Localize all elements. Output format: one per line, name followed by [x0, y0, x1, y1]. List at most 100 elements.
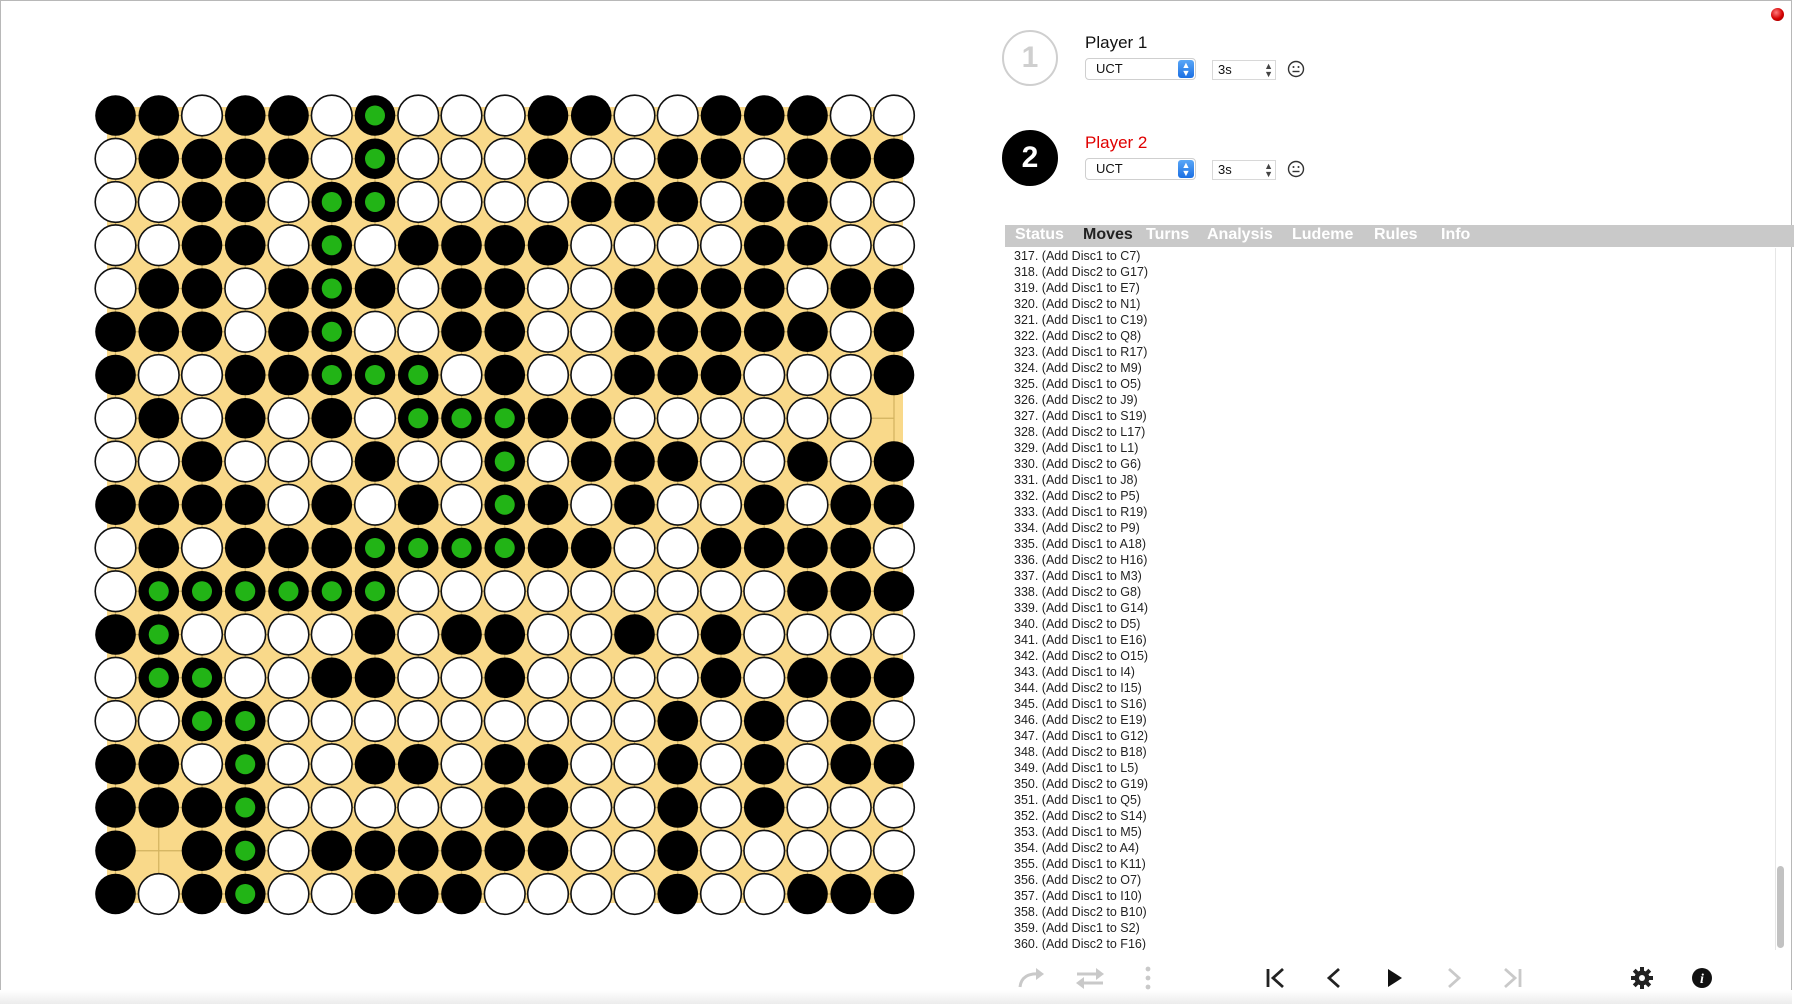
board-canvas[interactable]: [92, 92, 918, 918]
black-stone[interactable]: [787, 570, 828, 612]
black-stone[interactable]: [138, 138, 180, 180]
white-stone[interactable]: [570, 786, 613, 829]
black-stone[interactable]: [527, 743, 569, 785]
white-stone[interactable]: [786, 613, 829, 656]
last-move-icon[interactable]: [1495, 963, 1529, 993]
white-stone[interactable]: [786, 786, 829, 829]
move-list-item[interactable]: 329. (Add Disc1 to L1): [1014, 440, 1314, 456]
move-list-item[interactable]: 353. (Add Disc1 to M5): [1014, 824, 1314, 840]
move-list-item[interactable]: 359. (Add Disc1 to S2): [1014, 920, 1314, 936]
white-stone[interactable]: [743, 440, 786, 483]
black-stone[interactable]: [527, 527, 569, 569]
black-stone[interactable]: [527, 224, 569, 266]
black-stone[interactable]: [527, 397, 569, 439]
highlighted-black-stone[interactable]: [441, 527, 482, 569]
black-stone[interactable]: [743, 311, 785, 353]
white-stone[interactable]: [656, 526, 699, 570]
black-stone[interactable]: [873, 570, 915, 612]
black-stone[interactable]: [873, 873, 915, 915]
black-stone[interactable]: [657, 268, 699, 309]
white-stone[interactable]: [137, 440, 180, 483]
white-stone[interactable]: [483, 180, 526, 224]
black-stone[interactable]: [657, 138, 699, 180]
white-stone[interactable]: [94, 137, 137, 180]
black-stone[interactable]: [614, 441, 655, 482]
highlighted-black-stone[interactable]: [224, 873, 266, 915]
black-stone[interactable]: [354, 830, 396, 872]
black-stone[interactable]: [397, 873, 439, 915]
white-stone[interactable]: [613, 224, 656, 267]
black-stone[interactable]: [484, 787, 526, 828]
white-stone[interactable]: [180, 94, 224, 137]
black-stone[interactable]: [527, 95, 569, 136]
black-stone[interactable]: [700, 311, 742, 353]
black-stone[interactable]: [441, 873, 482, 915]
white-stone[interactable]: [397, 699, 440, 743]
move-list-item[interactable]: 320. (Add Disc2 to N1): [1014, 296, 1314, 312]
black-stone[interactable]: [830, 873, 872, 915]
info-icon[interactable]: i: [1685, 963, 1719, 993]
black-stone[interactable]: [95, 743, 136, 785]
white-stone[interactable]: [440, 353, 483, 397]
previous-move-icon[interactable]: [1318, 963, 1352, 993]
black-stone[interactable]: [743, 700, 785, 742]
white-stone[interactable]: [570, 483, 613, 526]
black-stone[interactable]: [138, 268, 180, 309]
black-stone[interactable]: [873, 441, 915, 482]
white-stone[interactable]: [526, 872, 570, 916]
game-board[interactable]: [92, 92, 918, 918]
white-stone[interactable]: [94, 526, 137, 570]
white-stone[interactable]: [786, 353, 829, 397]
black-stone[interactable]: [354, 268, 396, 309]
highlighted-black-stone[interactable]: [441, 397, 482, 439]
white-stone[interactable]: [526, 440, 570, 483]
black-stone[interactable]: [700, 268, 742, 309]
highlighted-black-stone[interactable]: [224, 700, 266, 742]
scrollbar-thumb[interactable]: [1777, 866, 1784, 948]
white-stone[interactable]: [872, 613, 916, 656]
black-stone[interactable]: [311, 527, 353, 569]
white-stone[interactable]: [440, 743, 483, 786]
move-list-item[interactable]: 324. (Add Disc2 to M9): [1014, 360, 1314, 376]
white-stone[interactable]: [570, 570, 613, 613]
white-stone[interactable]: [526, 699, 570, 743]
move-list-item[interactable]: 339. (Add Disc1 to G14): [1014, 600, 1314, 616]
black-stone[interactable]: [397, 830, 439, 872]
black-stone[interactable]: [700, 527, 742, 569]
white-stone[interactable]: [613, 526, 656, 570]
move-list-item[interactable]: 350. (Add Disc2 to G19): [1014, 776, 1314, 792]
black-stone[interactable]: [614, 311, 655, 353]
white-stone[interactable]: [310, 786, 353, 829]
white-stone[interactable]: [786, 829, 829, 872]
black-stone[interactable]: [181, 138, 223, 180]
white-stone[interactable]: [353, 786, 397, 829]
black-stone[interactable]: [743, 527, 785, 569]
swap-icon[interactable]: [1073, 963, 1107, 993]
white-stone[interactable]: [526, 353, 570, 397]
white-stone[interactable]: [397, 267, 440, 310]
black-stone[interactable]: [484, 224, 526, 266]
white-stone[interactable]: [137, 872, 180, 916]
white-stone[interactable]: [613, 570, 656, 613]
white-stone[interactable]: [656, 397, 699, 440]
white-stone[interactable]: [310, 94, 353, 137]
black-stone[interactable]: [787, 527, 828, 569]
move-list-item[interactable]: 341. (Add Disc1 to E16): [1014, 632, 1314, 648]
white-stone[interactable]: [397, 180, 440, 224]
black-stone[interactable]: [830, 657, 872, 699]
white-stone[interactable]: [656, 224, 699, 267]
tab-info[interactable]: Info: [1441, 226, 1470, 244]
black-stone[interactable]: [873, 657, 915, 699]
black-stone[interactable]: [224, 95, 266, 136]
black-stone[interactable]: [181, 311, 223, 353]
move-list-item[interactable]: 337. (Add Disc1 to M3): [1014, 568, 1314, 584]
black-stone[interactable]: [354, 614, 396, 655]
white-stone[interactable]: [829, 353, 872, 397]
white-stone[interactable]: [267, 829, 310, 872]
white-stone[interactable]: [267, 786, 310, 829]
black-stone[interactable]: [354, 743, 396, 785]
black-stone[interactable]: [657, 181, 699, 223]
black-stone[interactable]: [527, 138, 569, 180]
black-stone[interactable]: [138, 95, 180, 136]
black-stone[interactable]: [787, 181, 828, 223]
